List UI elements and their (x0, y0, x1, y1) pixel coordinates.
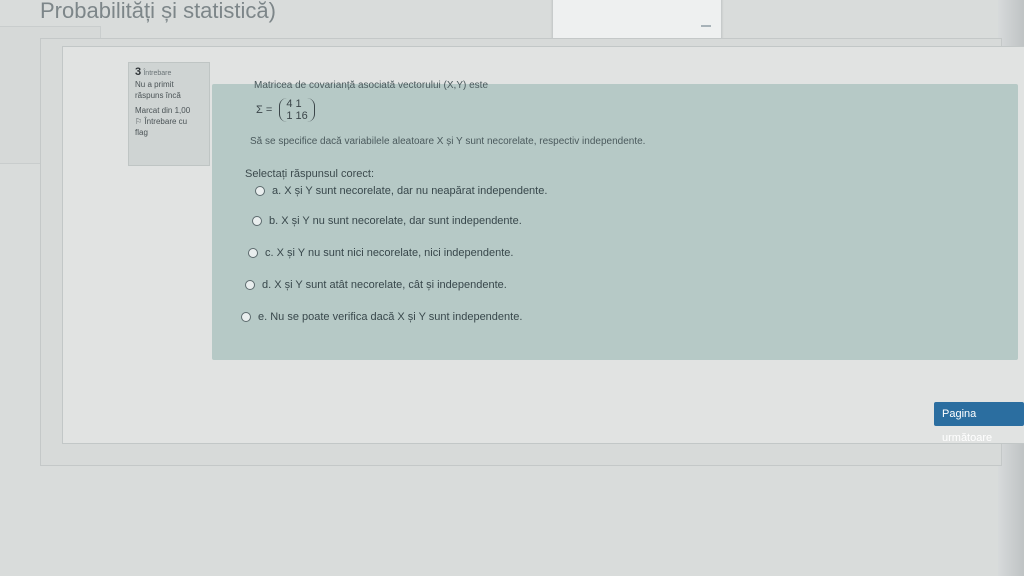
question-line2: Să se specifice dacă variabilele aleatoa… (250, 136, 646, 147)
question-word: Întrebare (143, 70, 172, 77)
option-c[interactable]: c. X și Y nu sunt nici necorelate, nici … (248, 247, 513, 259)
option-d-label[interactable]: d. X și Y sunt atât necorelate, cât și i… (262, 279, 507, 291)
answer-prompt: Selectați răspunsul corect: (245, 168, 375, 180)
matrix-row1: 4 1 (286, 98, 302, 110)
radio-c[interactable] (248, 248, 258, 258)
covariance-matrix: Σ = 4 1 1 16 (256, 98, 315, 122)
option-b-label[interactable]: b. X și Y nu sunt necorelate, dar sunt i… (269, 215, 522, 227)
question-line1: Matricea de covarianță asociată vectorul… (254, 80, 488, 91)
option-a-label[interactable]: a. X și Y sunt necorelate, dar nu neapăr… (272, 185, 547, 197)
status-line2: răspuns încă (135, 91, 181, 100)
option-a[interactable]: a. X și Y sunt necorelate, dar nu neapăr… (255, 185, 547, 197)
radio-d[interactable] (245, 280, 255, 290)
flag-icon: ⚐ (135, 117, 143, 126)
flag-line2: flag (135, 128, 148, 137)
option-b[interactable]: b. X și Y nu sunt necorelate, dar sunt i… (252, 215, 522, 227)
radio-a[interactable] (255, 186, 265, 196)
flag-line1: Întrebare cu (144, 117, 188, 126)
question-info: 3 Întrebare Nu a primit răspuns încă Mar… (128, 62, 210, 166)
matrix-row2: 1 16 (286, 110, 308, 122)
status-line1: Nu a primit (135, 80, 174, 89)
option-d[interactable]: d. X și Y sunt atât necorelate, cât și i… (245, 279, 507, 291)
radio-b[interactable] (252, 216, 262, 226)
flag-question[interactable]: ⚐ Întrebare cu (135, 116, 205, 127)
radio-e[interactable] (241, 312, 251, 322)
page-title: Probabilități și statistică) (40, 0, 276, 23)
next-page-button[interactable]: Pagina următoare (934, 402, 1024, 444)
option-e[interactable]: e. Nu se poate verifica dacă X și Y sunt… (241, 311, 522, 323)
sigma-label: Σ = (256, 103, 273, 116)
option-e-label[interactable]: e. Nu se poate verifica dacă X și Y sunt… (258, 311, 522, 323)
question-number: 3 (135, 66, 142, 78)
marked-text: Marcat din 1,00 (135, 106, 191, 115)
collapse-icon[interactable] (701, 25, 711, 27)
option-c-label[interactable]: c. X și Y nu sunt nici necorelate, nici … (265, 247, 513, 259)
